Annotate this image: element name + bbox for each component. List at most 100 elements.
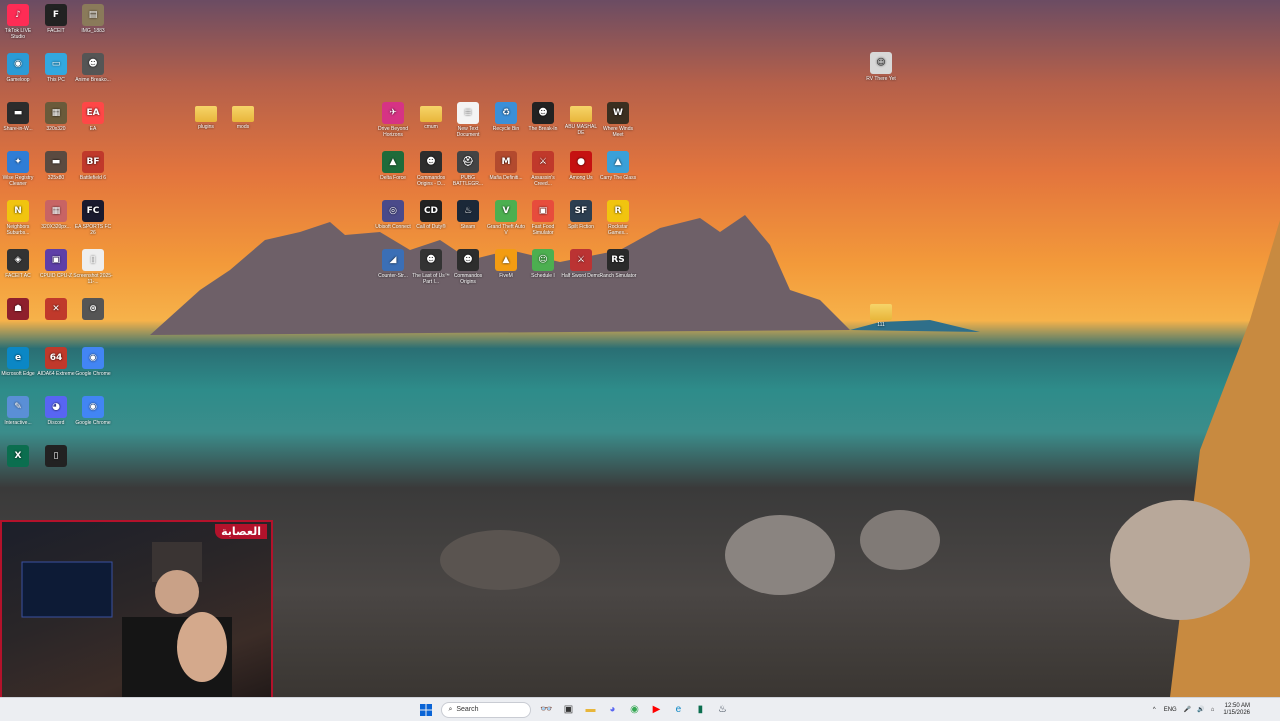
desktop-icon-grid-item[interactable]: ☻ The Last of Us™ Part I... [411,249,451,285]
desktop-icon-left[interactable]: ⊛ [73,298,113,322]
desktop-folder-far-right[interactable]: 111 [861,300,901,328]
desktop-icon-grid-item[interactable]: V Grand Theft Auto V [486,200,526,236]
start-button[interactable] [417,701,435,719]
desktop-icon-rv-there-yet[interactable]: ☺ RV There Yet [861,52,901,82]
taskbar-search[interactable]: ⌕ Search [441,701,532,718]
desktop-icon-left[interactable]: ◉ Google Chrome [73,396,113,426]
app-icon: ≡ [457,102,479,124]
webcam-badge: العصابة [215,524,267,539]
desktop-icon-grid-item[interactable]: ◢ Counter-Str... [373,249,413,279]
icon-label: Spilt Fiction [568,224,594,230]
icon-label: The Last of Us™ Part I... [412,273,450,285]
chrome-icon[interactable]: ◉ [625,701,643,719]
webcam-person [21,542,232,717]
glasses-icon[interactable]: 👓 [537,701,555,719]
terminal-icon[interactable]: ▮ [691,701,709,719]
desktop-icon-left[interactable]: 64 AIDA64 Extreme [36,347,76,377]
icon-label: Battlefield 6 [79,175,107,181]
app-icon: F [45,4,67,26]
app-icon: W [607,102,629,124]
desktop-icon-left[interactable]: ✎ Interactive... [0,396,38,426]
app-icon: ♨ [457,200,479,222]
microphone-icon[interactable]: 🎤 [1184,706,1191,713]
desktop-icon-left[interactable]: N Neighbors Suburbs... [0,200,38,236]
desktop-icon-left[interactable]: BF Battlefield 6 [73,151,113,181]
desktop-icon-left[interactable]: ▤ IMG_1883 [73,4,113,34]
desktop-icon-left[interactable]: ▬ Share-in-W... [0,102,38,132]
icon-label: Carry The Glass [599,175,637,181]
desktop-icon-grid-item[interactable]: M Mafia Definiti... [486,151,526,181]
desktop-icon-left[interactable]: ◈ FACEIT AC [0,249,38,279]
desktop-icon-left[interactable]: ▣ CPUID CPU-Z [36,249,76,279]
desktop-icon-grid-item[interactable]: SF Spilt Fiction [561,200,601,230]
desktop-icon-grid-item[interactable]: cmum [411,102,451,130]
discord-icon[interactable]: ◕ [603,701,621,719]
desktop-icon-grid-item[interactable]: ▲ Carry The Glass [598,151,638,181]
desktop-icon-grid-item[interactable]: ☻ The Break-In [523,102,563,132]
icon-label: Steam [460,224,476,230]
steam-icon[interactable]: ♨ [713,701,731,719]
icon-label: Ranch Simulator [599,273,637,279]
desktop-icon-left[interactable]: ▦ 320X320px... [36,200,76,230]
app-icon: ● [570,151,592,173]
desktop-icon-grid-item[interactable]: ⛑ PUBG BATTLEGR... [448,151,488,187]
app-icon: ◕ [45,396,67,418]
desktop-icon-left[interactable]: FC EA SPORTS FC 26 [73,200,113,236]
desktop-icon-left[interactable]: ▯ [36,445,76,469]
desktop-icon-grid-item[interactable]: ✈ Drive Beyond Horizons [373,102,413,138]
desktop-icon-grid-item[interactable]: R Rockstar Games... [598,200,638,236]
desktop-icon-grid-item[interactable]: ♻ Recycle Bin [486,102,526,132]
network-icon[interactable]: ⌂ [1211,707,1215,713]
desktop-icon-left[interactable]: ◉ Gameloop [0,53,38,83]
icon-label: Gameloop [6,77,30,83]
desktop-icon-left[interactable]: X [0,445,38,469]
desktop-icon-left[interactable]: ◕ Discord [36,396,76,426]
desktop-folder[interactable]: plugins [186,102,226,130]
app-icon: ▬ [45,151,67,173]
edge-icon[interactable]: e [669,701,687,719]
app-icon: SF [570,200,592,222]
desktop-icon-left[interactable]: EA EA [73,102,113,132]
desktop-icon-left[interactable]: ✕ [36,298,76,322]
desktop-icon-grid-item[interactable]: ☺ Schedule I [523,249,563,279]
desktop-icon-left[interactable]: ☻ Anime Breako... [73,53,113,83]
desktop-icon-grid-item[interactable]: ▲ Delta Force [373,151,413,181]
desktop-icon-left[interactable]: ▦ 320x320 [36,102,76,132]
desktop-icon-left[interactable]: ▯ Screenshot 2025-11-... [73,249,113,285]
desktop-icon-left[interactable]: ✦ Wise Registry Cleaner [0,151,38,187]
chevron-up-icon[interactable]: ^ [1153,707,1156,713]
desktop-icon-left[interactable]: F FACEIT [36,4,76,34]
app-icon: ☺ [532,249,554,271]
app-icon: ▯ [45,445,67,467]
desktop-icon-grid-item[interactable]: ▣ Fast Food Simulator [523,200,563,236]
youtube-icon[interactable]: ▶ [647,701,665,719]
desktop-icon-grid-item[interactable]: ☻ Commandos Origins [448,249,488,285]
file-explorer-icon[interactable]: ▬ [581,701,599,719]
icon-label: EA [89,126,97,132]
desktop-icon-grid-item[interactable]: CD Call of Duty® [411,200,451,230]
task-view-icon[interactable]: ▣ [559,701,577,719]
desktop-folder[interactable]: mods [223,102,263,130]
clock[interactable]: 12:50 AM 1/15/2026 [1223,703,1250,717]
desktop-icon-grid-item[interactable]: ☻ Commandos Origins - D... [411,151,451,187]
desktop-icon-grid-item[interactable]: ⚔ Assassin's Creed... [523,151,563,187]
desktop-icon-grid-item[interactable]: ≡ New Text Document [448,102,488,138]
desktop-icon-left[interactable]: ♪ TikTok LIVE Studio [0,4,38,40]
desktop-icon-grid-item[interactable]: W Where Winds Meet [598,102,638,138]
desktop-icon-left[interactable]: ◉ Google Chrome [73,347,113,377]
desktop-icon-grid-item[interactable]: ABU MASHAL DE [561,102,601,136]
app-icon: BF [82,151,104,173]
language-indicator[interactable]: ENG [1164,707,1177,713]
desktop-icon-left[interactable]: ▭ This PC [36,53,76,83]
desktop-icon-grid-item[interactable]: ⚔ Half Sword Demo [561,249,601,279]
desktop-icon-grid-item[interactable]: ◎ Ubisoft Connect [373,200,413,230]
desktop-icon-grid-item[interactable]: ● Among Us [561,151,601,181]
desktop-icon-grid-item[interactable]: ▲ FiveM [486,249,526,279]
desktop-icon-left[interactable]: e Microsoft Edge [0,347,38,377]
volume-icon[interactable]: 🔊 [1197,706,1204,713]
desktop-icon-grid-item[interactable]: ♨ Steam [448,200,488,230]
desktop-icon-left[interactable]: ☗ [0,298,38,322]
icon-label: 325x80 [47,175,65,181]
desktop-icon-left[interactable]: ▬ 325x80 [36,151,76,181]
desktop-icon-grid-item[interactable]: RS Ranch Simulator [598,249,638,279]
